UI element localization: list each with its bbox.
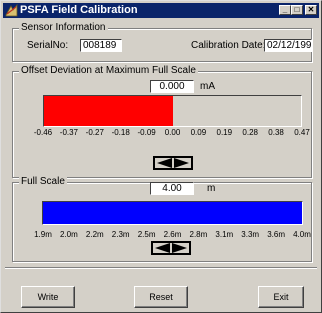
maximize-button[interactable]: □ <box>291 5 303 15</box>
scale-tick-label: 3.1m <box>215 230 234 239</box>
offset-value-field[interactable]: 0.000 <box>150 80 194 93</box>
sensor-info-group: Sensor Information SerialNo: 008189 Cali… <box>12 22 312 62</box>
offset-bar <box>43 95 302 127</box>
exit-button[interactable]: Exit <box>258 286 304 308</box>
serial-field[interactable]: 008189 <box>80 39 122 52</box>
calibration-date-label: Calibration Date: <box>191 40 266 51</box>
full-scale-title: Full Scale <box>19 176 67 188</box>
scale-tick-label: -0.18 <box>111 128 130 137</box>
write-button[interactable]: Write <box>21 286 75 308</box>
scale-tick-label: -0.37 <box>59 128 79 137</box>
window-title: PSFA Field Calibration <box>20 4 138 16</box>
scale-tick-label: 1.9m <box>34 230 52 239</box>
scale-tick-label: -0.09 <box>137 128 156 137</box>
offset-slider[interactable] <box>153 156 193 170</box>
scale-tick-label: 2.3m <box>111 230 130 239</box>
serial-label: SerialNo: <box>27 40 69 51</box>
close-button[interactable]: ✕ <box>305 5 317 15</box>
full-scale-value-field[interactable]: 4.00 <box>150 182 194 195</box>
offset-group: Offset Deviation at Maximum Full Scale 0… <box>12 65 312 178</box>
reset-button[interactable]: Reset <box>134 286 188 308</box>
full-scale-slider[interactable] <box>151 241 191 255</box>
offset-unit: mA <box>200 81 215 92</box>
full-scale-bar <box>42 201 303 225</box>
full-scale-unit: m <box>207 183 216 194</box>
offset-bar-fill <box>44 96 173 126</box>
scale-tick-label: 2.6m <box>163 230 182 239</box>
minimize-icon: _ <box>282 5 288 14</box>
calibration-window: PSFA Field Calibration _ □ ✕ Sensor Info… <box>0 0 322 313</box>
slider-arrows-icon <box>155 243 187 253</box>
scale-tick-label: 0.38 <box>268 128 284 137</box>
separator <box>5 267 317 269</box>
scale-tick-label: 0.28 <box>242 128 258 137</box>
scale-tick-label: 3.3m <box>241 230 260 239</box>
scale-tick-label: 2.0m <box>59 230 78 239</box>
scale-tick-label: -0.46 <box>33 128 53 137</box>
scale-tick-label: -0.27 <box>85 128 104 137</box>
minimize-button[interactable]: _ <box>279 5 291 15</box>
scale-tick-label: 3.6m <box>267 230 285 239</box>
scale-tick-label: 0.47 <box>294 128 310 137</box>
scale-tick-label: 0.00 <box>164 128 181 137</box>
scale-tick-label: 2.2m <box>85 230 104 239</box>
scale-tick-label: 2.5m <box>137 230 156 239</box>
scale-tick-label: 0.09 <box>190 128 207 137</box>
full-scale-bar-fill <box>43 202 302 224</box>
slider-arrows-icon <box>157 158 189 168</box>
scale-tick-label: 0.19 <box>216 128 233 137</box>
app-icon <box>5 4 18 17</box>
maximize-icon: □ <box>294 5 300 14</box>
offset-title: Offset Deviation at Maximum Full Scale <box>19 65 198 77</box>
scale-tick-label: 4.0m <box>293 230 311 239</box>
title-bar[interactable]: PSFA Field Calibration _ □ ✕ <box>3 3 319 18</box>
calibration-date-field[interactable]: 02/12/1999 <box>264 39 312 52</box>
sensor-info-title: Sensor Information <box>19 22 108 34</box>
scale-tick-label: 2.8m <box>189 230 208 239</box>
close-icon: ✕ <box>307 5 315 14</box>
